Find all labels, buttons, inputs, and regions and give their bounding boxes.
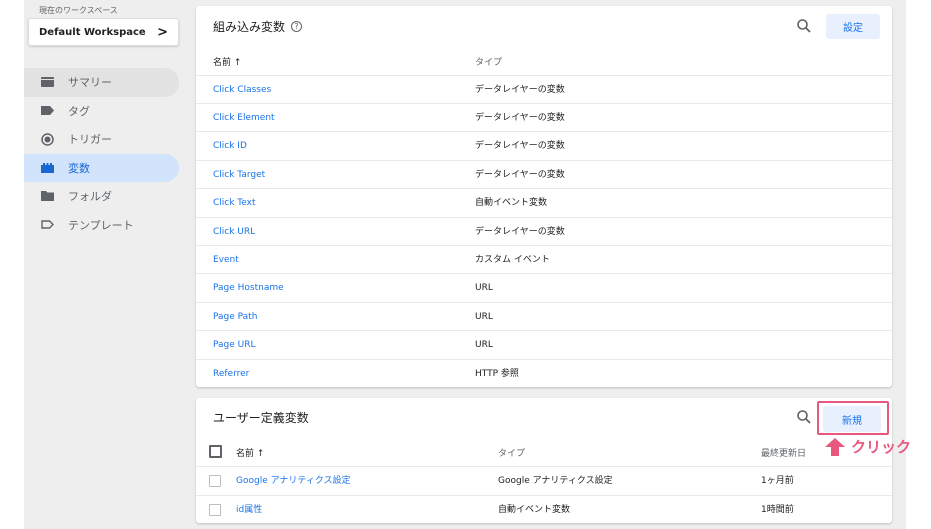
table-row[interactable]: Page URL URL [196, 330, 892, 358]
click-annotation: クリック [825, 436, 911, 457]
row-checkbox[interactable] [209, 475, 221, 487]
table-row[interactable]: Event カスタム イベント [196, 244, 892, 274]
sidebar-item-triggers[interactable]: トリガー [24, 125, 179, 154]
table-row[interactable]: Page Path URL [196, 301, 892, 331]
variable-type: データレイヤーの変数 [475, 169, 565, 180]
variable-name-link[interactable]: Event [213, 246, 239, 274]
table-row[interactable]: Click ID データレイヤーの変数 [196, 131, 892, 159]
sidebar-item-templates[interactable]: テンプレート [24, 211, 179, 240]
table-row[interactable]: Referrer HTTP 参照 [196, 358, 892, 388]
variable-type: HTTP 参照 [475, 368, 519, 379]
user-defined-variables-panel: ユーザー定義変数 新規 名前 ↑ タイプ 最終更新日 Google アナリティク… [196, 398, 892, 523]
sidebar-item-variables[interactable]: 変数 [24, 153, 179, 182]
table-row[interactable]: Click URL データレイヤーの変数 [196, 216, 892, 246]
workspace-name: Default Workspace [39, 26, 146, 38]
click-annotation-text: クリック [851, 438, 912, 456]
column-header-name[interactable]: 名前 ↑ [213, 55, 241, 68]
select-all-checkbox[interactable] [209, 445, 222, 458]
builtin-variables-title: 組み込み変数 [213, 20, 286, 34]
help-icon[interactable]: ? [291, 21, 303, 32]
sidebar-item-summary[interactable]: サマリー [24, 68, 179, 97]
sidebar-item-label: 変数 [68, 161, 90, 175]
chevron-right-icon: > [157, 24, 168, 40]
summary-icon [40, 75, 54, 89]
sidebar-item-label: テンプレート [68, 218, 134, 232]
variables-icon [40, 161, 54, 175]
folder-icon [40, 189, 54, 203]
variable-type: カスタム イベント [475, 254, 550, 265]
variable-name-link[interactable]: Click Element [213, 104, 275, 132]
builtin-variables-panel: 組み込み変数 ? 設定 名前 ↑ タイプ Click Classes データレイ… [196, 6, 892, 387]
search-icon[interactable] [796, 18, 812, 34]
sidebar-item-label: トリガー [68, 133, 112, 147]
variable-type: 自動イベント変数 [498, 504, 571, 515]
column-header-type: タイプ [498, 449, 526, 459]
variable-name-link[interactable]: Click Target [213, 161, 265, 189]
variable-name-link[interactable]: Page URL [213, 331, 256, 359]
sidebar-item-tags[interactable]: タグ [24, 97, 179, 126]
variable-name-link[interactable]: Page Path [213, 303, 257, 331]
variable-type: URL [475, 283, 493, 294]
last-updated: 1ヶ月前 [761, 476, 794, 486]
variable-type: データレイヤーの変数 [475, 84, 565, 95]
table-row[interactable]: Page Hostname URL [196, 273, 892, 301]
variable-name-link[interactable]: Page Hostname [213, 274, 284, 302]
variable-name-link[interactable]: Click URL [213, 218, 255, 246]
variable-type: 自動イベント変数 [475, 198, 548, 209]
workspace-label: 現在のワークスペース [39, 6, 118, 15]
arrow-up-icon [825, 437, 845, 456]
table-row[interactable]: Google アナリティクス設定 Google アナリティクス設定 1ヶ月前 [196, 466, 892, 494]
variable-type: URL [475, 311, 493, 322]
variable-type: データレイヤーの変数 [475, 141, 565, 152]
sidebar-nav: サマリー タグ トリガー 変数 フォルダ テンプレート [24, 68, 179, 239]
workspace-selector[interactable]: Default Workspace > [28, 18, 179, 46]
sidebar-item-label: サマリー [68, 76, 112, 90]
sidebar-item-label: タグ [68, 104, 90, 118]
user-defined-title-wrap: ユーザー定義変数 [213, 409, 309, 426]
search-icon[interactable] [796, 409, 812, 425]
table-row[interactable]: Click Target データレイヤーの変数 [196, 159, 892, 189]
configure-button[interactable]: 設定 [826, 14, 880, 39]
builtin-title-wrap: 組み込み変数 ? [213, 18, 303, 35]
sidebar-item-label: フォルダ [68, 190, 112, 204]
highlight-box [817, 401, 889, 435]
variable-name-link[interactable]: Click Text [213, 189, 256, 217]
last-updated: 1時間前 [761, 504, 794, 515]
variable-type: URL [475, 340, 493, 351]
column-header-updated: 最終更新日 [761, 449, 807, 459]
variable-name-link[interactable]: id属性 [236, 496, 262, 524]
variable-name-link[interactable]: Click ID [213, 132, 247, 160]
column-header-name[interactable]: 名前 ↑ [236, 446, 264, 459]
column-header-type: タイプ [475, 58, 503, 68]
row-checkbox[interactable] [209, 503, 221, 516]
tag-icon [40, 104, 54, 118]
table-row[interactable]: Click Classes データレイヤーの変数 [196, 74, 892, 104]
variable-type: データレイヤーの変数 [475, 226, 565, 237]
user-defined-variables-title: ユーザー定義変数 [213, 411, 309, 425]
table-row[interactable]: id属性 自動イベント変数 1時間前 [196, 494, 892, 524]
sidebar-item-folders[interactable]: フォルダ [24, 182, 179, 211]
template-icon [40, 218, 54, 232]
variable-name-link[interactable]: Google アナリティクス設定 [236, 467, 351, 495]
table-row[interactable]: Click Element データレイヤーの変数 [196, 102, 892, 132]
variable-type: Google アナリティクス設定 [498, 476, 613, 486]
variable-name-link[interactable]: Click Classes [213, 76, 271, 104]
table-row[interactable]: Click Text 自動イベント変数 [196, 188, 892, 216]
variable-name-link[interactable]: Referrer [213, 360, 249, 388]
variable-type: データレイヤーの変数 [475, 112, 565, 123]
trigger-icon [40, 132, 54, 146]
